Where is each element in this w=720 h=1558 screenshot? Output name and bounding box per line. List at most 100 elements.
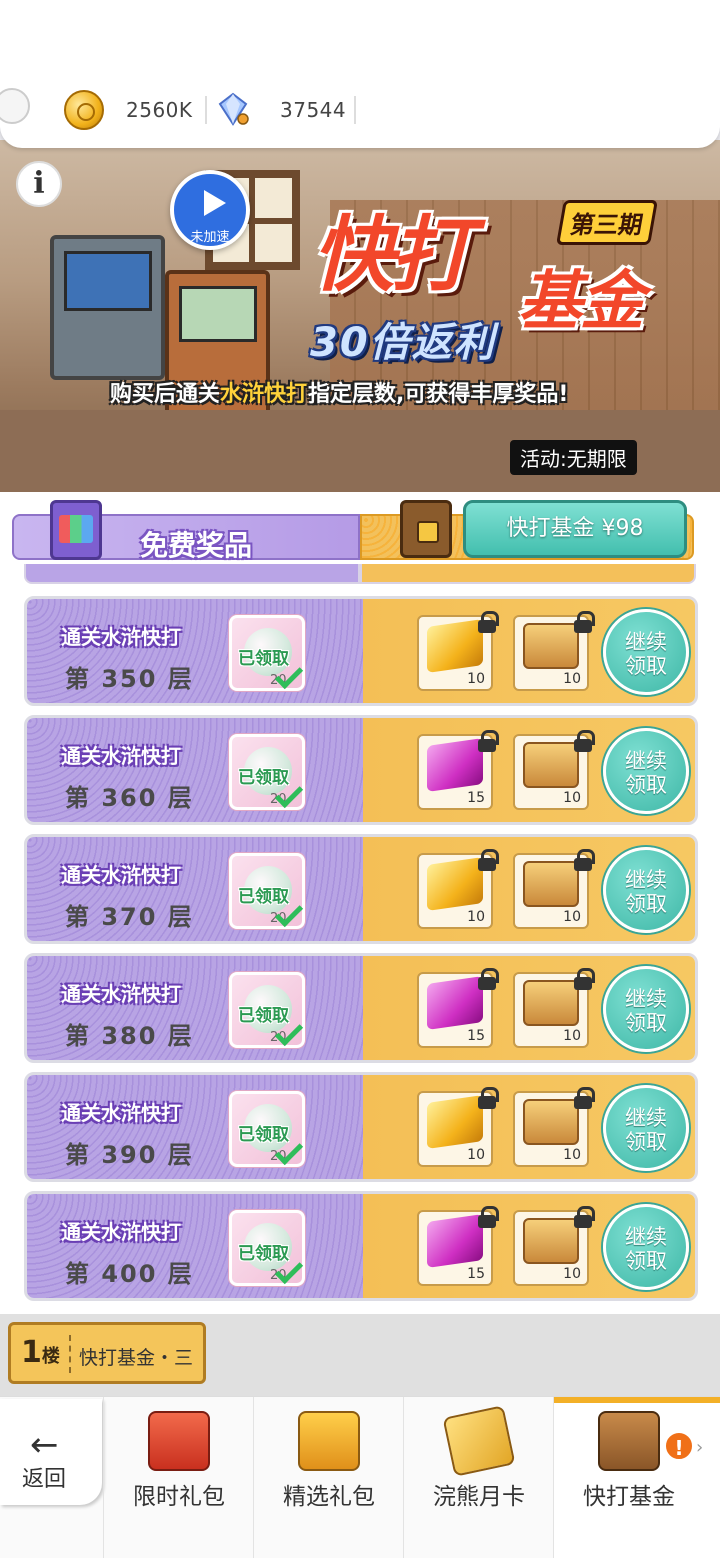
continue-claim-button[interactable]: 继续 领取 xyxy=(603,1085,689,1171)
lock-icon xyxy=(477,730,499,752)
item-quantity: 10 xyxy=(563,909,581,925)
banner-subtitle: 基金 xyxy=(518,265,644,339)
nav-label: 快打基金 xyxy=(583,1484,675,1510)
nav-label: 浣熊月卡 xyxy=(433,1484,525,1510)
floor-number: 1楼 xyxy=(21,1335,60,1370)
back-button[interactable]: ← 返回 xyxy=(0,1399,102,1505)
paid-reward-item[interactable]: 15 xyxy=(417,1206,499,1286)
row-title: 通关水浒快打 xyxy=(61,863,181,887)
paid-reward-item[interactable]: 10 xyxy=(513,730,595,810)
lock-icon xyxy=(573,611,595,633)
item-quantity: 10 xyxy=(563,1266,581,1282)
lock-icon xyxy=(477,968,499,990)
coin-amount: 2560K xyxy=(126,98,193,122)
reward-list: 免费奖品 快打基金 ¥98 通关水浒快打 第 350 层 20 已领取 10 1… xyxy=(0,492,720,1314)
claimed-label: 已领取 xyxy=(238,1244,289,1264)
nav-tab-selected-gift[interactable]: 精选礼包 xyxy=(253,1397,403,1558)
paid-reward-item[interactable]: 15 xyxy=(417,968,499,1048)
alert-icon: ! xyxy=(664,1431,694,1461)
chevron-right-icon[interactable]: › xyxy=(696,1437,703,1458)
fund-chest-icon xyxy=(598,1411,660,1471)
lock-icon xyxy=(573,849,595,871)
partial-row xyxy=(24,564,696,586)
row-floor: 第 390 层 xyxy=(65,1141,194,1169)
row-title: 通关水浒快打 xyxy=(61,1220,181,1244)
info-button[interactable]: i xyxy=(16,161,62,207)
row-floor: 第 380 层 xyxy=(65,1022,194,1050)
reward-row: 通关水浒快打 第 400 层 20 已领取 15 10 继续 领取 xyxy=(24,1191,698,1301)
continue-claim-button[interactable]: 继续 领取 xyxy=(603,728,689,814)
continue-claim-button[interactable]: 继续 领取 xyxy=(603,847,689,933)
lock-icon xyxy=(573,1087,595,1109)
paid-reward-item[interactable]: 15 xyxy=(417,730,499,810)
pink-chest-icon xyxy=(427,976,483,1030)
gift-box-icon xyxy=(298,1411,360,1471)
period-badge: 第三期 xyxy=(556,200,658,245)
reward-row: 通关水浒快打 第 380 层 20 已领取 15 10 继续 领取 xyxy=(24,953,698,1063)
row-title: 通关水浒快打 xyxy=(61,982,181,1006)
mystery-box-icon xyxy=(523,1099,579,1145)
paid-reward-item[interactable]: 10 xyxy=(513,1087,595,1167)
item-quantity: 10 xyxy=(467,671,485,687)
banner-title: 快打 xyxy=(312,208,472,303)
claimed-label: 已领取 xyxy=(238,649,289,669)
nav-tab-fund[interactable]: 快打基金 xyxy=(553,1397,720,1558)
rebate-text: 30倍返利 xyxy=(310,320,496,366)
reward-row: 通关水浒快打 第 360 层 20 已领取 15 10 继续 领取 xyxy=(24,715,698,825)
divider xyxy=(205,96,207,124)
nav-tab-month-card[interactable]: 浣熊月卡 xyxy=(403,1397,553,1558)
nav-label: 精选礼包 xyxy=(283,1484,375,1510)
free-reward-item[interactable]: 20 已领取 xyxy=(229,734,305,810)
free-reward-item[interactable]: 20 已领取 xyxy=(229,972,305,1048)
free-reward-item[interactable]: 20 已领取 xyxy=(229,615,305,691)
row-floor: 第 400 层 xyxy=(65,1260,194,1288)
paid-reward-item[interactable]: 10 xyxy=(513,611,595,691)
mystery-box-icon xyxy=(523,861,579,907)
row-floor: 第 350 层 xyxy=(65,665,194,693)
gem-icon xyxy=(218,92,249,126)
row-title: 通关水浒快打 xyxy=(61,1101,181,1125)
speedup-label: 未加速 xyxy=(190,230,230,245)
free-reward-item[interactable]: 20 已领取 xyxy=(229,1210,305,1286)
free-reward-item[interactable]: 20 已领取 xyxy=(229,853,305,929)
divider xyxy=(69,1335,71,1373)
paid-reward-item[interactable]: 10 xyxy=(417,849,499,929)
pink-chest-icon xyxy=(427,738,483,792)
fund-banner: i 未加速 快打 第三期 基金 30倍返利 购买后通关水浒快打指定层数,可获得丰… xyxy=(0,140,720,492)
speedup-play-button[interactable]: 未加速 xyxy=(170,170,250,250)
free-reward-item[interactable]: 20 已领取 xyxy=(229,1091,305,1167)
item-quantity: 15 xyxy=(467,1266,485,1282)
continue-claim-button[interactable]: 继续 领取 xyxy=(603,1204,689,1290)
paid-reward-item[interactable]: 10 xyxy=(513,968,595,1048)
claimed-label: 已领取 xyxy=(238,887,289,907)
pink-chest-icon xyxy=(427,1214,483,1268)
nav-label: 限时礼包 xyxy=(133,1484,225,1510)
paid-reward-item[interactable]: 10 xyxy=(513,849,595,929)
continue-claim-button[interactable]: 继续 领取 xyxy=(603,609,689,695)
lock-icon xyxy=(573,730,595,752)
paid-reward-item[interactable]: 10 xyxy=(417,611,499,691)
item-quantity: 10 xyxy=(563,790,581,806)
lock-icon xyxy=(477,1206,499,1228)
paid-reward-item[interactable]: 10 xyxy=(513,1206,595,1286)
item-quantity: 15 xyxy=(467,1028,485,1044)
paid-reward-item[interactable]: 10 xyxy=(417,1087,499,1167)
continue-claim-button[interactable]: 继续 领取 xyxy=(603,966,689,1052)
banner-description: 购买后通关水浒快打指定层数,可获得丰厚奖品! xyxy=(110,382,569,407)
row-floor: 第 360 层 xyxy=(65,784,194,812)
gem-amount: 37544 xyxy=(280,98,347,122)
item-quantity: 10 xyxy=(563,1147,581,1163)
row-title: 通关水浒快打 xyxy=(61,744,181,768)
floor-tab-label: 快打基金・三 xyxy=(79,1347,194,1369)
row-floor: 第 370 层 xyxy=(65,903,194,931)
profile-badge-icon[interactable] xyxy=(0,88,30,124)
buy-fund-button[interactable]: 快打基金 ¥98 xyxy=(463,500,687,558)
lock-icon xyxy=(477,849,499,871)
item-quantity: 10 xyxy=(467,909,485,925)
floor-tab[interactable]: 1楼 快打基金・三 xyxy=(8,1322,206,1384)
shop-machine-icon xyxy=(50,500,102,560)
nav-tab-limited-gift[interactable]: 限时礼包 xyxy=(103,1397,253,1558)
claimed-label: 已领取 xyxy=(238,1125,289,1145)
back-arrow-icon: ← xyxy=(30,1425,59,1465)
item-quantity: 15 xyxy=(467,790,485,806)
